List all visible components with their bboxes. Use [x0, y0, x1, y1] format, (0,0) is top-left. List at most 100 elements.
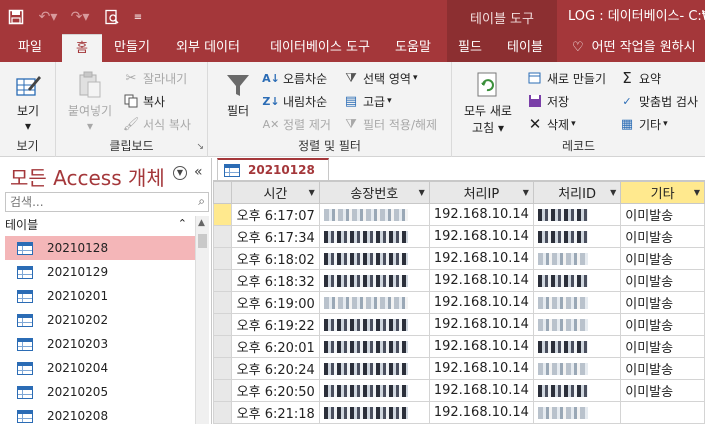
etc-cell[interactable]: 이미발송: [620, 379, 705, 402]
id-cell-redacted[interactable]: [532, 313, 622, 336]
tab-home[interactable]: 홈: [62, 34, 102, 62]
column-header-id[interactable]: 처리ID ▼: [532, 181, 622, 204]
nav-search-input[interactable]: [6, 193, 186, 211]
etc-cell[interactable]: 이미발송: [620, 313, 705, 336]
save-icon[interactable]: [0, 0, 32, 34]
table-row[interactable]: 오후 6:17:07 192.168.10.14 이미발송: [213, 203, 705, 226]
tab-external-data[interactable]: 외부 데이터: [166, 34, 250, 62]
column-header-invoice[interactable]: 송장번호 ▼: [318, 181, 430, 204]
id-cell-redacted[interactable]: [532, 247, 622, 270]
invoice-cell-redacted[interactable]: [318, 247, 430, 270]
invoice-cell-redacted[interactable]: [318, 379, 430, 402]
record-selector[interactable]: [213, 203, 232, 226]
table-row[interactable]: 오후 6:17:34 192.168.10.14 이미발송: [213, 225, 705, 248]
column-header-time[interactable]: 시간 ▼: [231, 181, 320, 204]
table-row[interactable]: 오후 6:19:22 192.168.10.14 이미발송: [213, 313, 705, 336]
etc-cell[interactable]: 이미발송: [620, 247, 705, 270]
sort-descending-button[interactable]: Z↓ 내림차순: [262, 90, 327, 112]
invoice-cell-redacted[interactable]: [318, 225, 430, 248]
nav-item-20210129[interactable]: 20210129: [5, 260, 195, 284]
etc-cell[interactable]: 이미발송: [620, 357, 705, 380]
toggle-filter-button[interactable]: ⧩ 필터 적용/해제: [342, 113, 437, 135]
record-selector[interactable]: [213, 401, 232, 424]
id-cell-redacted[interactable]: [532, 225, 622, 248]
table-row[interactable]: 오후 6:21:18 192.168.10.14: [213, 401, 705, 424]
tab-database-tools[interactable]: 데이터베이스 도구: [258, 34, 382, 62]
spelling-button[interactable]: ✓ 맞춤법 검사: [618, 90, 698, 112]
ip-cell[interactable]: 192.168.10.14: [428, 291, 534, 314]
id-cell-redacted[interactable]: [532, 401, 622, 424]
table-row[interactable]: 오후 6:20:50 192.168.10.14 이미발송: [213, 379, 705, 402]
time-cell[interactable]: 오후 6:17:07: [231, 203, 320, 226]
nav-scrollbar[interactable]: ▲: [195, 216, 209, 424]
id-cell-redacted[interactable]: [532, 203, 622, 226]
column-header-etc[interactable]: 기타 ▼: [620, 181, 705, 204]
table-row[interactable]: 오후 6:20:24 192.168.10.14 이미발송: [213, 357, 705, 380]
tab-help[interactable]: 도움말: [388, 34, 438, 62]
customize-qat-icon[interactable]: ≡: [128, 0, 148, 34]
invoice-cell-redacted[interactable]: [318, 401, 430, 424]
nav-item-20210205[interactable]: 20210205: [5, 380, 195, 404]
record-selector[interactable]: [213, 225, 232, 248]
copy-button[interactable]: 복사: [122, 90, 165, 112]
nav-item-20210208[interactable]: 20210208: [5, 404, 195, 424]
invoice-cell-redacted[interactable]: [318, 335, 430, 358]
ip-cell[interactable]: 192.168.10.14: [428, 379, 534, 402]
view-button[interactable]: 보기 ▾: [10, 68, 46, 133]
redo-icon[interactable]: ↷▾: [64, 0, 96, 34]
nav-menu-dropdown-icon[interactable]: ▼: [173, 166, 187, 180]
column-dropdown-icon[interactable]: ▼: [309, 188, 315, 197]
undo-icon[interactable]: ↶▾: [32, 0, 64, 34]
etc-cell[interactable]: 이미발송: [620, 291, 705, 314]
record-selector[interactable]: [213, 335, 232, 358]
nav-item-20210204[interactable]: 20210204: [5, 356, 195, 380]
time-cell[interactable]: 오후 6:19:00: [231, 291, 320, 314]
nav-section-tables[interactable]: 테이블 ⌃: [5, 216, 195, 236]
paste-button[interactable]: 붙여넣기 ▾: [64, 68, 116, 133]
print-preview-icon[interactable]: [96, 0, 128, 34]
record-selector[interactable]: [213, 313, 232, 336]
time-cell[interactable]: 오후 6:18:32: [231, 269, 320, 292]
tab-fields[interactable]: 필드: [447, 34, 493, 62]
ip-cell[interactable]: 192.168.10.14: [428, 335, 534, 358]
time-cell[interactable]: 오후 6:18:02: [231, 247, 320, 270]
id-cell-redacted[interactable]: [532, 269, 622, 292]
totals-button[interactable]: Σ 요약: [618, 67, 661, 89]
etc-cell[interactable]: [620, 401, 705, 424]
time-cell[interactable]: 오후 6:20:01: [231, 335, 320, 358]
table-row[interactable]: 오후 6:20:01 192.168.10.14 이미발송: [213, 335, 705, 358]
ip-cell[interactable]: 192.168.10.14: [428, 203, 534, 226]
table-row[interactable]: 오후 6:18:02 192.168.10.14 이미발송: [213, 247, 705, 270]
etc-cell[interactable]: 이미발송: [620, 225, 705, 248]
invoice-cell-redacted[interactable]: [318, 291, 430, 314]
new-record-button[interactable]: 새로 만들기: [526, 67, 606, 89]
cut-button[interactable]: ✂ 잘라내기: [122, 67, 188, 89]
view-dropdown[interactable]: ▾: [25, 119, 31, 133]
etc-cell[interactable]: 이미발송: [620, 335, 705, 358]
remove-sort-button[interactable]: A✕ 정렬 제거: [262, 113, 331, 135]
more-button[interactable]: ▦ 기타 ▾: [618, 113, 668, 135]
tell-me-box[interactable]: ♡ 어떤 작업을 원하시: [572, 34, 696, 62]
column-dropdown-icon[interactable]: ▼: [419, 188, 425, 197]
format-painter-button[interactable]: 🖌 서식 복사: [122, 113, 191, 135]
record-selector[interactable]: [213, 247, 232, 270]
id-cell-redacted[interactable]: [532, 291, 622, 314]
invoice-cell-redacted[interactable]: [318, 203, 430, 226]
record-selector[interactable]: [213, 269, 232, 292]
filter-button[interactable]: 필터: [220, 68, 256, 119]
record-selector[interactable]: [213, 379, 232, 402]
sort-ascending-button[interactable]: A↓ 오름차순: [262, 67, 327, 89]
etc-cell[interactable]: 이미발송: [620, 269, 705, 292]
record-selector[interactable]: [213, 357, 232, 380]
delete-record-button[interactable]: ✕ 삭제 ▾: [526, 113, 576, 135]
tab-file[interactable]: 파일: [8, 34, 52, 62]
ip-cell[interactable]: 192.168.10.14: [428, 313, 534, 336]
ip-cell[interactable]: 192.168.10.14: [428, 269, 534, 292]
save-record-button[interactable]: 저장: [526, 90, 569, 112]
table-row[interactable]: 오후 6:18:32 192.168.10.14 이미발송: [213, 269, 705, 292]
ip-cell[interactable]: 192.168.10.14: [428, 225, 534, 248]
time-cell[interactable]: 오후 6:20:24: [231, 357, 320, 380]
select-all-cell[interactable]: [213, 181, 232, 204]
nav-item-20210128[interactable]: 20210128: [5, 236, 195, 260]
tab-create[interactable]: 만들기: [106, 34, 158, 62]
